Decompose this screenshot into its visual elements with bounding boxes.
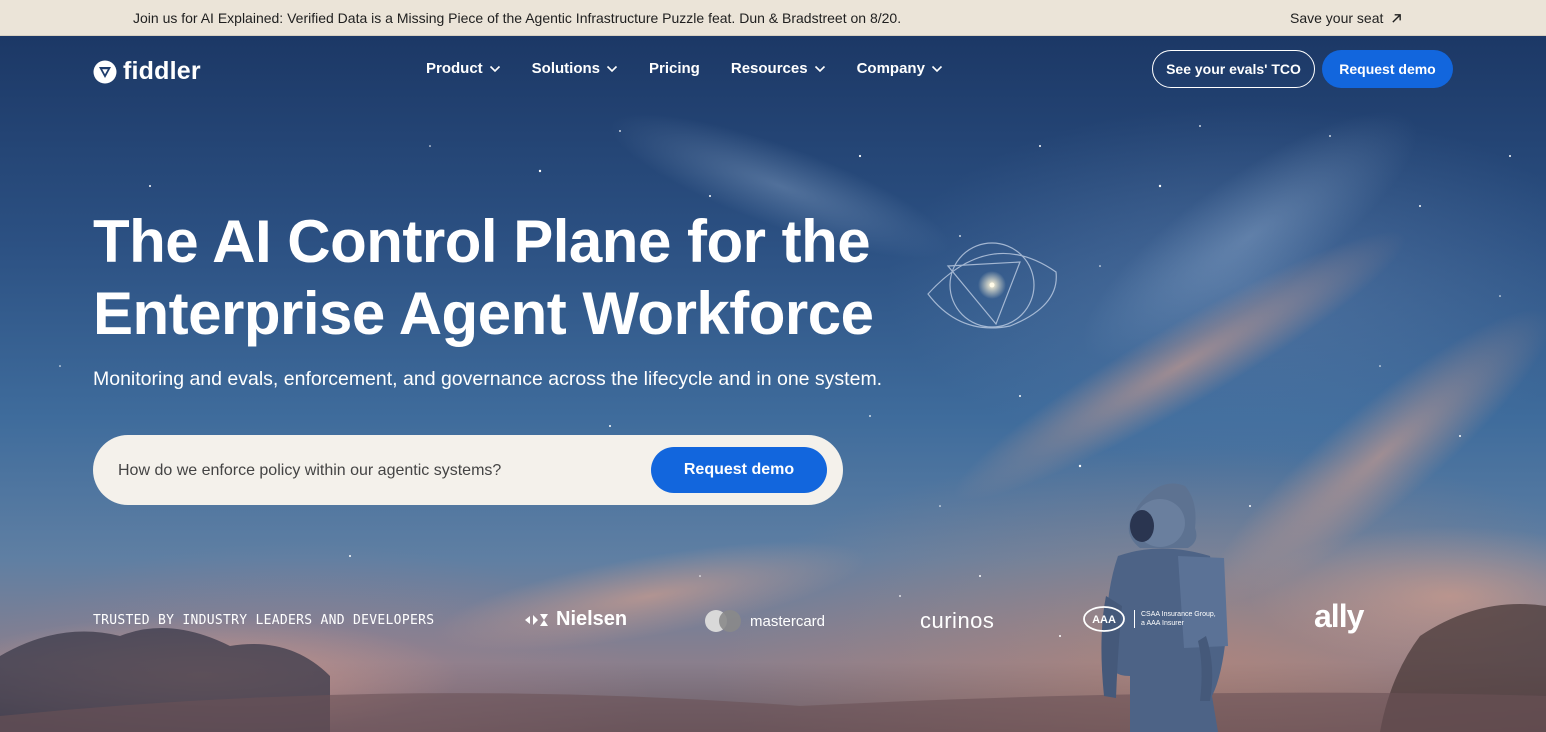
nav-label: Solutions xyxy=(531,60,600,77)
save-seat-link[interactable]: Save your seat xyxy=(1290,10,1402,26)
chevron-down-icon xyxy=(606,65,618,72)
chevron-down-icon xyxy=(931,65,942,72)
request-demo-nav-button[interactable]: Request demo xyxy=(1322,50,1453,88)
aaa-logo: AAA CSAA Insurance Group, a AAA Insurer xyxy=(1082,605,1216,633)
nav-label: Resources xyxy=(730,60,808,77)
nav-item-product[interactable]: Product xyxy=(426,60,501,77)
curinos-wordmark: curinos xyxy=(920,608,995,633)
announcement-message[interactable]: Join us for AI Explained: Verified Data … xyxy=(133,10,901,26)
headline-line-2: Enterprise Agent Workforce xyxy=(93,280,874,347)
headline-line-1: The AI Control Plane for the xyxy=(93,208,871,275)
prompt-input[interactable] xyxy=(116,457,640,485)
fiddler-logo[interactable]: fiddler xyxy=(93,57,201,86)
nielsen-logo: Nielsen xyxy=(524,608,627,631)
svg-text:AAA: AAA xyxy=(1092,614,1116,626)
nielsen-mark-icon xyxy=(525,613,548,626)
curinos-logo: curinos xyxy=(920,608,994,634)
evals-tco-button[interactable]: See your evals' TCO xyxy=(1152,50,1315,88)
trusted-by-label: TRUSTED BY INDUSTRY LEADERS AND DEVELOPE… xyxy=(93,613,435,628)
aaa-text-line-2: a AAA Insurer xyxy=(1141,620,1184,627)
announcement-bar: Join us for AI Explained: Verified Data … xyxy=(0,0,1546,36)
ally-wordmark: ally xyxy=(1314,598,1364,634)
nav-item-resources[interactable]: Resources xyxy=(731,60,826,77)
ally-logo: ally xyxy=(1314,598,1364,635)
fiddler-shield-icon xyxy=(93,60,117,83)
hero-headline: The AI Control Plane for the Enterprise … xyxy=(93,206,993,350)
logo-wordmark: fiddler xyxy=(123,57,201,85)
hero-subheadline: Monitoring and evals, enforcement, and g… xyxy=(93,368,883,390)
mastercard-logo: mastercard xyxy=(704,609,825,633)
aaa-oval-icon: AAA xyxy=(1083,606,1125,632)
chevron-down-icon xyxy=(814,65,825,72)
nav-item-solutions[interactable]: Solutions xyxy=(532,60,618,77)
nav-label: Company xyxy=(856,60,925,77)
main-nav: Product Solutions Pricing Resources Comp… xyxy=(426,60,974,77)
nav-item-pricing[interactable]: Pricing xyxy=(649,60,700,77)
nielsen-wordmark: Nielsen xyxy=(556,608,628,630)
nav-item-company[interactable]: Company xyxy=(857,60,943,77)
mastercard-wordmark: mastercard xyxy=(750,612,826,630)
nav-label: Pricing xyxy=(649,60,700,77)
arrow-up-right-icon xyxy=(1392,13,1402,23)
save-seat-label: Save your seat xyxy=(1290,10,1384,26)
mastercard-circles-icon xyxy=(705,610,741,632)
nav-label: Product xyxy=(426,60,483,77)
request-demo-hero-button[interactable]: Request demo xyxy=(651,447,827,493)
aaa-text-line-1: CSAA Insurance Group, xyxy=(1141,611,1216,618)
chevron-down-icon xyxy=(489,65,500,72)
prompt-box: Request demo xyxy=(93,435,843,505)
